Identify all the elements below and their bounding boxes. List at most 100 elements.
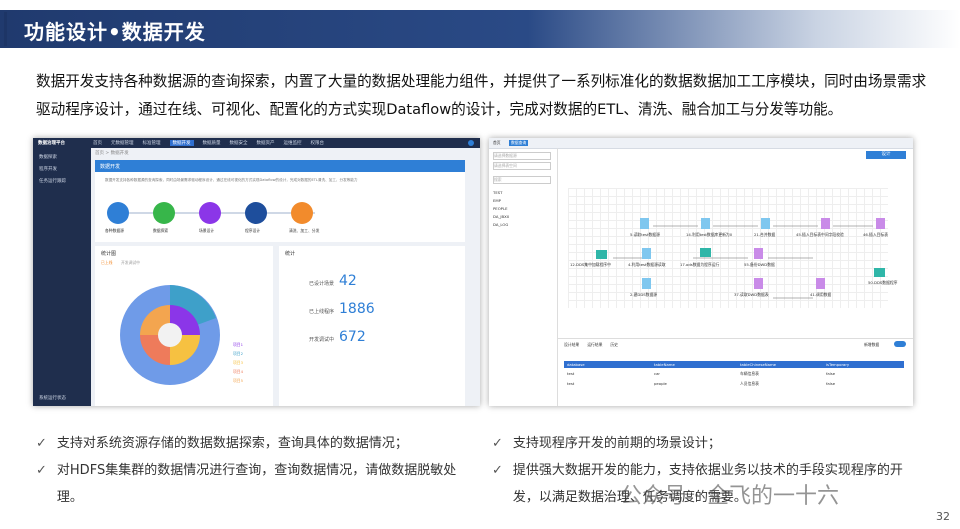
table-list-item[interactable]: PEOPLE [493,206,509,211]
left-main: 首页 > 数据开发 数据开发 数据开发支持各种数据源的查询探索，同时由场景需求驱… [91,148,480,406]
tab-design-result[interactable]: 设计结果 [564,342,579,348]
stats-card-title: 统计 [285,251,296,257]
left-top-nav: 数据治理平台 首页 元数据管理 标准管理 数据开发 数据质量 数据安全 数据资产… [33,138,480,148]
nav-item[interactable]: 权限台 [311,140,325,146]
flow-step-label: 程序设计 [245,228,261,233]
sidebar-item-dev[interactable]: 程序开发 [39,166,57,172]
banner-title: 数据开发 [100,164,121,170]
node-icon[interactable] [754,278,763,289]
node-icon[interactable] [640,218,649,229]
right-screenshot: 首页 数据查询 请选择数据源 请选择表空间 搜索 TEST EMP PEOPLE… [489,138,913,406]
nav-item[interactable]: 运维监控 [284,140,302,146]
pie-legend: 项目1 项目2 项目3 项目4 项目5 [233,342,243,384]
node-label: 45.插入目标表中间字段校验 [796,232,844,237]
flow-step-3-icon [199,202,221,224]
node-label: 41.调用数据 [810,292,832,297]
avatar[interactable] [468,140,474,146]
bullets-left: ✓ 支持对系统资源存储的数据数据探索，查询具体的数据情况； ✓ 对HDFS集集群… [36,430,476,511]
table-list-item[interactable]: EMP [493,198,509,203]
nav-item[interactable]: 数据质量 [203,140,221,146]
table-row[interactable]: test people 人员信息表 false [564,381,904,389]
table-list-item[interactable]: DA_LOG [493,222,509,227]
right-left-panel: 请选择数据源 请选择表空间 搜索 TEST EMP PEOPLE DA_JBXX… [489,148,558,406]
intro-paragraph: 数据开发支持各种数据源的查询探索，内置了大量的数据处理能力组件，并提供了一系列标… [36,73,927,118]
table-row[interactable]: test car 车辆信息表 false [564,371,904,379]
tab-run-result[interactable]: 运行结果 [587,342,602,348]
node-icon[interactable] [596,250,607,259]
title-accent [4,12,7,46]
pie-legend-item: 项目4 [233,369,244,374]
stats-card: 统计 已设计场景 42 已上线程序 1886 开发调试中 672 [279,246,465,406]
watermark: 公众号 · 全飞的一十六 [620,484,839,509]
flow-step-2-icon [153,202,175,224]
table-list-item[interactable]: TEST [493,190,509,195]
page-title: 功能设计•数据开发 [24,20,206,44]
node-icon[interactable] [701,218,710,229]
datasource-select[interactable]: 请选择数据源 [493,152,551,160]
node-icon[interactable] [821,218,830,229]
bullet-item: ✓ 支持现程序开发的前期的场景设计； [492,430,922,457]
search-input[interactable]: 搜索 [493,176,551,184]
pie-legend-item: 项目5 [233,378,244,383]
flow-edges [613,225,873,299]
column-header[interactable]: tableChineseName [740,362,776,367]
legend-item: 已上线 [101,260,113,265]
stat-label: 开发调试中 [309,337,335,343]
check-icon: ✓ [492,436,503,451]
flow-step-1-icon [107,202,129,224]
legend-item: 开发调试中 [121,260,140,265]
nav-item-active[interactable]: 数据开发 [169,140,194,146]
flow-step-4-icon [245,202,267,224]
flow-canvas: 设计 5.读取test数据源 14.利用test数据库更新为0 21.合并数据 … [558,148,913,338]
table-cell: false [826,371,836,376]
tab-query[interactable]: 数据查询 [509,140,529,146]
nav-item[interactable]: 数据安全 [230,140,248,146]
node-icon[interactable] [874,268,885,277]
node-icon[interactable] [816,278,825,289]
nav-item[interactable]: 数据资产 [257,140,275,146]
left-screenshot: 数据治理平台 首页 元数据管理 标准管理 数据开发 数据质量 数据安全 数据资产… [33,138,480,406]
result-tabs: 设计结果 运行结果 历史 [564,342,618,348]
sidebar-item-explore[interactable]: 数据探索 [39,154,57,160]
sidebar-item-track[interactable]: 任务运行跟踪 [39,178,66,184]
toggle-switch[interactable] [894,341,906,347]
left-sidebar: 数据探索 程序开发 任务运行跟踪 系统运行状态 [33,148,91,406]
node-icon[interactable] [754,248,763,259]
result-panel: 设计结果 运行结果 历史 新增数据 database tableName tab… [558,338,913,406]
node-icon[interactable] [642,278,651,289]
nav-item[interactable]: 标准管理 [143,140,161,146]
node-label: 12.DDS集中加载程序中 [570,262,611,267]
flow-step-5-icon [291,202,313,224]
table-cell: 人员信息表 [740,381,759,386]
pie-legend-item: 项目3 [233,360,244,365]
node-icon[interactable] [642,248,651,259]
node-label: 21.合并数据 [754,232,776,237]
node-label: 37.读取DWD数据表 [734,292,769,297]
flow-step-label: 数据探索 [153,228,169,233]
node-label: 5.读取test数据源 [630,232,660,237]
node-icon[interactable] [876,218,885,229]
stat-label: 已设计场景 [309,281,335,287]
pie-legend-item: 项目1 [233,342,244,347]
table-cell: false [826,381,836,386]
chart-card: 统计图 已上线 开发调试中 项目1 项目2 项目3 项目4 项目5 [95,246,273,406]
column-header[interactable]: isTemporary [826,362,849,367]
node-label: 55.备份DWD数据 [744,262,775,267]
column-header[interactable]: tableName [654,362,675,367]
tablespace-select[interactable]: 请选择表空间 [493,162,551,170]
table-list-item[interactable]: DA_JBXX [493,214,509,219]
tab-home[interactable]: 首页 [493,140,501,146]
breadcrumb: 首页 > 数据开发 [95,151,129,156]
column-header[interactable]: database [567,362,585,367]
nav-item[interactable]: 元数据管理 [111,140,134,146]
app-name: 数据治理平台 [38,141,65,146]
chart-card-title: 统计图 [101,251,117,257]
stat-value: 42 [339,273,357,289]
pie-center [158,323,182,347]
node-icon[interactable] [700,248,711,257]
tab-history[interactable]: 历史 [610,342,618,348]
nav-item[interactable]: 首页 [93,140,102,146]
check-icon: ✓ [492,463,503,478]
node-icon[interactable] [761,218,770,229]
flow-step-label: 清洗、加工、分发 [289,228,320,233]
